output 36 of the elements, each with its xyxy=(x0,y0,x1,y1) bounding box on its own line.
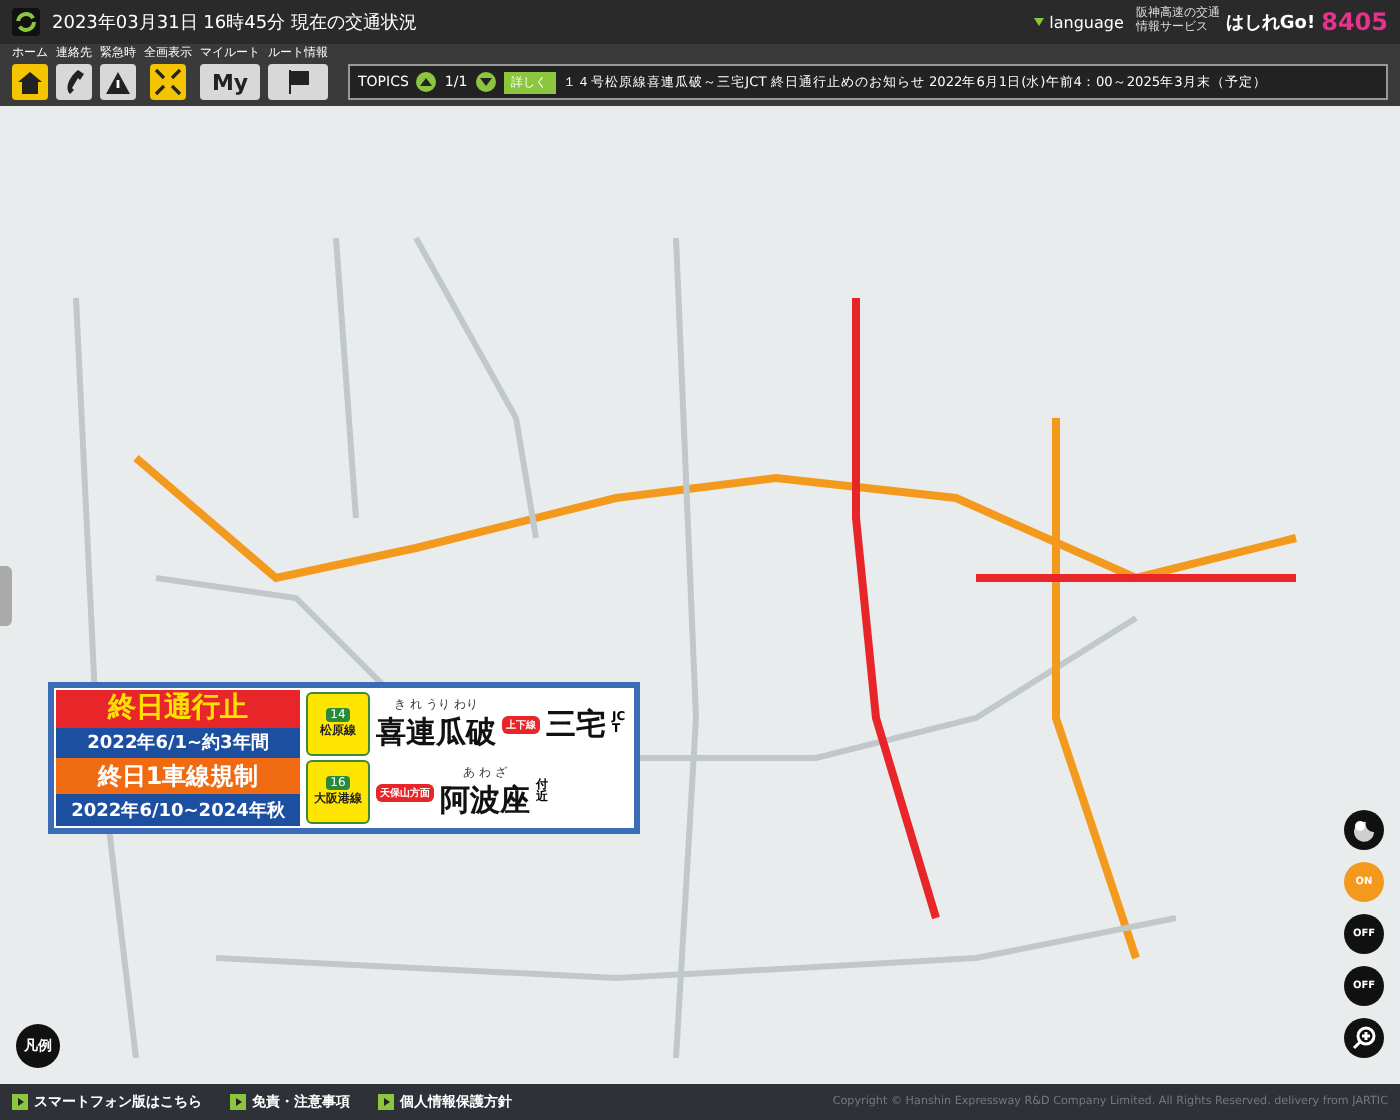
closure-period: 2022年6/1~約3年間 xyxy=(56,727,300,759)
play-icon xyxy=(378,1094,394,1110)
refresh-icon[interactable] xyxy=(12,8,40,36)
caret-icon xyxy=(1033,18,1044,26)
toolbar-button[interactable] xyxy=(100,64,136,100)
place-name: 三宅 xyxy=(546,705,606,743)
place-name: 阿波座 xyxy=(440,782,530,820)
sun-moon-icon xyxy=(1352,818,1376,842)
status-title: 2023年03月31日 16時45分 現在の交通状況 xyxy=(52,11,419,35)
flag-icon xyxy=(287,70,309,94)
zoom-in-icon xyxy=(1352,1026,1376,1050)
restriction-period: 2022年6/10~2024年秋 xyxy=(56,794,300,826)
down-triangle-icon xyxy=(479,78,492,86)
logo-number: 8405 xyxy=(1321,8,1388,36)
home-icon xyxy=(18,71,42,93)
warning-icon xyxy=(106,71,130,93)
phone-icon xyxy=(64,70,84,94)
expand-icon xyxy=(154,68,182,96)
play-icon xyxy=(12,1094,28,1110)
next-button[interactable] xyxy=(475,72,496,92)
place-name: 喜連瓜破 xyxy=(376,714,496,752)
zoom-button[interactable] xyxy=(1344,1018,1384,1058)
side-handle[interactable] xyxy=(0,566,12,626)
previous-button[interactable] xyxy=(416,72,437,92)
language-link[interactable]: language xyxy=(1033,13,1124,31)
toolbar-button[interactable] xyxy=(268,64,328,100)
day-night-button[interactable] xyxy=(1344,810,1384,850)
restriction-title: 終日1車線規制 xyxy=(56,758,300,795)
closure-title: 終日通行止 xyxy=(56,690,300,728)
toolbar-button[interactable] xyxy=(150,64,186,100)
up-triangle-icon xyxy=(420,78,433,86)
toolbar-button[interactable] xyxy=(12,64,48,100)
play-icon xyxy=(230,1094,246,1110)
my-route-button[interactable]: My xyxy=(200,64,260,100)
logo-text: はしれGo! xyxy=(1225,11,1316,35)
toolbar-button[interactable] xyxy=(56,64,92,100)
